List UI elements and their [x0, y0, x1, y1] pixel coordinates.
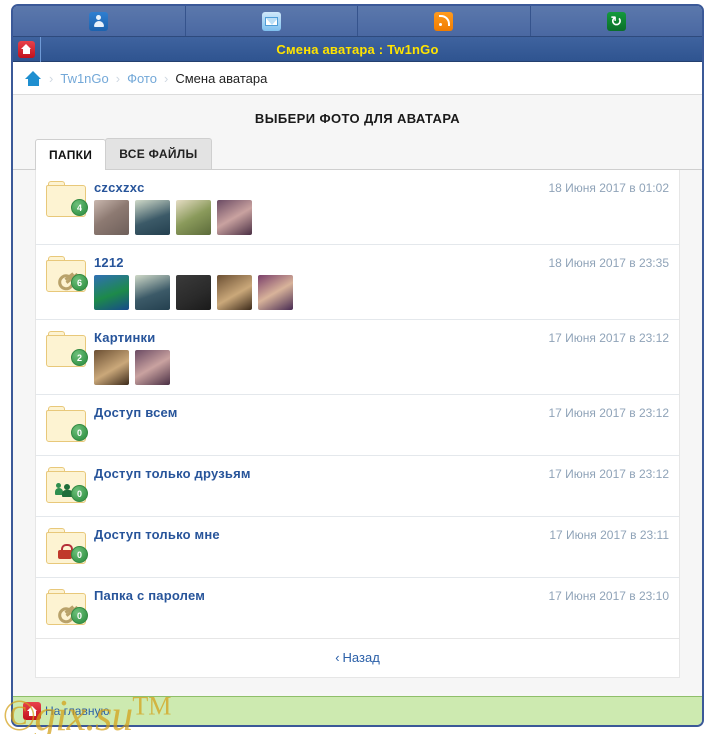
chevron-left-icon: ‹ — [335, 650, 340, 665]
folder-thumbnails — [94, 200, 540, 235]
photo-thumbnail[interactable] — [135, 200, 170, 235]
folder-name[interactable]: Доступ только друзьям — [94, 465, 540, 481]
folder-row[interactable]: 0 Доступ всем 17 Июня 2017 в 23:12 — [36, 395, 679, 456]
folder-info: Доступ только друзьям — [90, 465, 540, 481]
topbar-button-profile[interactable] — [13, 6, 186, 36]
photo-thumbnail[interactable] — [135, 275, 170, 310]
titlebar-home-button[interactable] — [13, 36, 41, 62]
folder-name[interactable]: Картинки — [94, 329, 540, 345]
breadcrumb-item-photos[interactable]: Фото — [127, 71, 157, 86]
folder-name[interactable]: czcxzxc — [94, 179, 540, 195]
back-button[interactable]: ‹ Назад — [335, 650, 380, 665]
folder-icon: 0 — [44, 467, 90, 507]
content-heading: ВЫБЕРИ ФОТО ДЛЯ АВАТАРА — [254, 111, 461, 126]
back-label: Назад — [342, 650, 380, 665]
refresh-icon: ↻ — [606, 11, 626, 31]
home-icon — [18, 40, 35, 58]
tab-all-files[interactable]: ВСЕ ФАЙЛЫ — [105, 138, 212, 169]
folder-thumbnails — [94, 275, 540, 310]
folder-info: Папка с паролем — [90, 587, 540, 603]
folder-info: Картинки — [90, 329, 540, 385]
breadcrumb-item-current: Смена аватара — [175, 70, 268, 86]
folder-row[interactable]: 0 Папка с паролем 17 Июня 2017 в 23:10 — [36, 578, 679, 638]
photo-thumbnail[interactable] — [94, 350, 129, 385]
folder-info: czcxzxc — [90, 179, 540, 235]
folder-icon: 0 — [44, 406, 90, 446]
folder-icon: 0 — [44, 528, 90, 568]
app-frame: ↻ Смена аватара : Tw1nGo › Tw1nGo › Фото… — [11, 4, 704, 727]
folder-icon: 4 — [44, 181, 90, 221]
folder-info: Доступ только мне — [90, 526, 541, 542]
mail-icon — [261, 11, 281, 31]
folder-date: 18 Июня 2017 в 23:35 — [548, 256, 669, 270]
folder-name[interactable]: Доступ всем — [94, 404, 540, 420]
photo-thumbnail[interactable] — [176, 200, 211, 235]
tab-bar: ПАПКИ ВСЕ ФАЙЛЫ — [13, 138, 702, 170]
folder-count-badge: 0 — [71, 546, 88, 563]
folder-date: 18 Июня 2017 в 01:02 — [548, 181, 669, 195]
photo-thumbnail[interactable] — [217, 200, 252, 235]
footer-bar: На главную — [13, 696, 702, 725]
folder-icon: 0 — [44, 589, 90, 629]
content-filler — [13, 678, 702, 692]
folder-row[interactable]: 2 Картинки 17 Июня 2017 в 23:12 — [36, 320, 679, 395]
title-bar: Смена аватара : Tw1nGo — [13, 36, 702, 62]
top-icon-bar: ↻ — [13, 6, 702, 37]
folder-row[interactable]: 0 Доступ только мне 17 Июня 2017 в 23:11 — [36, 517, 679, 578]
photo-thumbnail[interactable] — [94, 200, 129, 235]
folder-name[interactable]: 1212 — [94, 254, 540, 270]
folder-list: 4 czcxzxc 18 Июня 2017 в 01:02 6 1212 18 Июня… — [35, 170, 680, 639]
footer-home-link[interactable]: На главную — [45, 704, 109, 718]
folder-row[interactable]: 6 1212 18 Июня 2017 в 23:35 — [36, 245, 679, 320]
breadcrumb-separator: › — [163, 70, 169, 86]
folder-icon: 2 — [44, 331, 90, 371]
folder-name[interactable]: Доступ только мне — [94, 526, 541, 542]
photo-thumbnail[interactable] — [176, 275, 211, 310]
photo-thumbnail[interactable] — [258, 275, 293, 310]
folder-thumbnails — [94, 350, 540, 385]
folder-date: 17 Июня 2017 в 23:11 — [549, 528, 669, 542]
photo-thumbnail[interactable] — [94, 275, 129, 310]
folder-date: 17 Июня 2017 в 23:12 — [548, 467, 669, 481]
folder-count-badge: 4 — [71, 199, 88, 216]
screenshot-root: ↻ Смена аватара : Tw1nGo › Tw1nGo › Фото… — [0, 0, 715, 734]
tab-folders[interactable]: ПАПКИ — [35, 139, 107, 170]
folder-date: 17 Июня 2017 в 23:12 — [548, 406, 669, 420]
photo-thumbnail[interactable] — [217, 275, 252, 310]
folder-icon: 6 — [44, 256, 90, 296]
breadcrumb-separator: › — [49, 70, 54, 86]
folder-count-badge: 2 — [71, 349, 88, 366]
topbar-button-messages[interactable] — [185, 6, 358, 36]
back-area: ‹ Назад — [35, 639, 680, 678]
breadcrumb-separator: › — [115, 70, 121, 86]
breadcrumb: › Tw1nGo › Фото › Смена аватара — [13, 62, 702, 95]
breadcrumb-home-icon[interactable] — [25, 70, 42, 86]
folder-info: 1212 — [90, 254, 540, 310]
folder-name[interactable]: Папка с паролем — [94, 587, 540, 603]
folder-count-badge: 0 — [71, 607, 88, 624]
folder-count-badge: 6 — [71, 274, 88, 291]
folder-row[interactable]: 0 Доступ только друзьям 17 Июня 2017 в 23:… — [36, 456, 679, 517]
folder-info: Доступ всем — [90, 404, 540, 420]
topbar-button-refresh[interactable]: ↻ — [530, 6, 702, 36]
breadcrumb-item-user[interactable]: Tw1nGo — [60, 71, 108, 86]
page-title: Смена аватара : Tw1nGo — [276, 41, 439, 57]
user-icon — [89, 11, 109, 31]
folder-count-badge: 0 — [71, 424, 88, 441]
folder-date: 17 Июня 2017 в 23:12 — [548, 331, 669, 345]
photo-thumbnail[interactable] — [135, 350, 170, 385]
folder-count-badge: 0 — [71, 485, 88, 502]
folder-date: 17 Июня 2017 в 23:10 — [548, 589, 669, 603]
rss-icon — [434, 11, 454, 31]
folder-row[interactable]: 4 czcxzxc 18 Июня 2017 в 01:02 — [36, 170, 679, 245]
topbar-button-feed[interactable] — [358, 6, 531, 36]
main-content: ВЫБЕРИ ФОТО ДЛЯ АВАТАРА ПАПКИ ВСЕ ФАЙЛЫ … — [13, 95, 702, 692]
footer-home-icon[interactable] — [23, 702, 41, 720]
